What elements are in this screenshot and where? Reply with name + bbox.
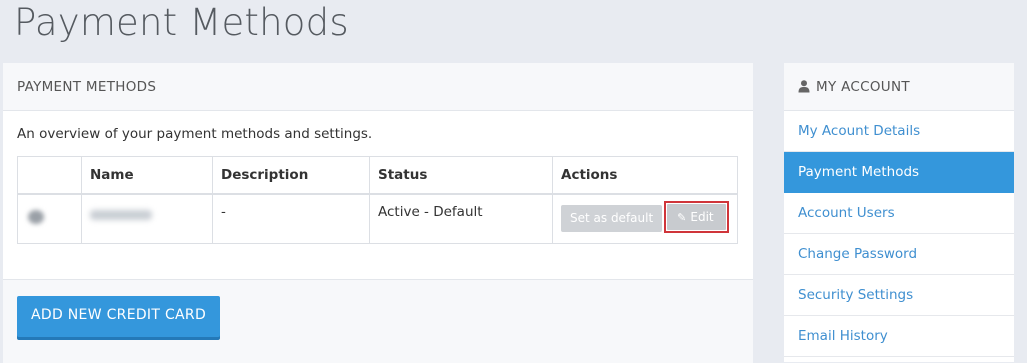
sidebar-item-account-details[interactable]: My Acount Details	[784, 111, 1014, 152]
set-as-default-button[interactable]: Set as default	[561, 205, 663, 232]
edit-button-label: Edit	[690, 210, 714, 224]
pencil-icon: ✎	[677, 211, 687, 224]
sidebar-header-label: MY ACCOUNT	[816, 78, 910, 95]
sidebar-item-payment-methods[interactable]: Payment Methods	[784, 152, 1014, 193]
panel-footer: ADD NEW CREDIT CARD	[3, 279, 753, 363]
page-title: Payment Methods	[14, 1, 349, 44]
user-icon	[798, 80, 810, 93]
payment-methods-table: Name Description Status Actions - Active…	[17, 156, 738, 244]
card-name-cell	[81, 193, 213, 244]
sidebar-item-security-settings[interactable]: Security Settings	[784, 275, 1014, 316]
table-header-row: Name Description Status Actions	[17, 156, 738, 195]
panel-description: An overview of your payment methods and …	[17, 126, 373, 142]
payment-methods-panel: PAYMENT METHODS An overview of your paym…	[3, 63, 753, 363]
edit-button[interactable]: ✎ Edit	[667, 204, 726, 230]
card-type-icon	[28, 210, 44, 224]
account-sidebar: MY ACCOUNT My Acount Details Payment Met…	[784, 63, 1014, 362]
card-status: Active - Default	[369, 193, 553, 244]
panel-header: PAYMENT METHODS	[3, 63, 753, 111]
column-header-actions: Actions	[552, 156, 738, 195]
column-header-name: Name	[81, 156, 213, 195]
sidebar-item-change-password[interactable]: Change Password	[784, 234, 1014, 275]
card-icon-cell	[17, 193, 82, 244]
table-row: - Active - Default Set as default ✎ Edit	[17, 193, 738, 244]
column-header-status: Status	[369, 156, 553, 195]
redacted-card-name	[90, 210, 152, 220]
card-actions: Set as default ✎ Edit	[552, 193, 738, 244]
card-description: -	[212, 193, 370, 244]
column-header-icon	[17, 156, 82, 195]
column-header-description: Description	[212, 156, 370, 195]
sidebar-header: MY ACCOUNT	[784, 63, 1014, 111]
edit-highlight-frame: ✎ Edit	[664, 201, 729, 233]
add-new-credit-card-button[interactable]: ADD NEW CREDIT CARD	[17, 296, 221, 337]
sidebar-item-email-history[interactable]: Email History	[784, 316, 1014, 357]
sidebar-item-account-users[interactable]: Account Users	[784, 193, 1014, 234]
